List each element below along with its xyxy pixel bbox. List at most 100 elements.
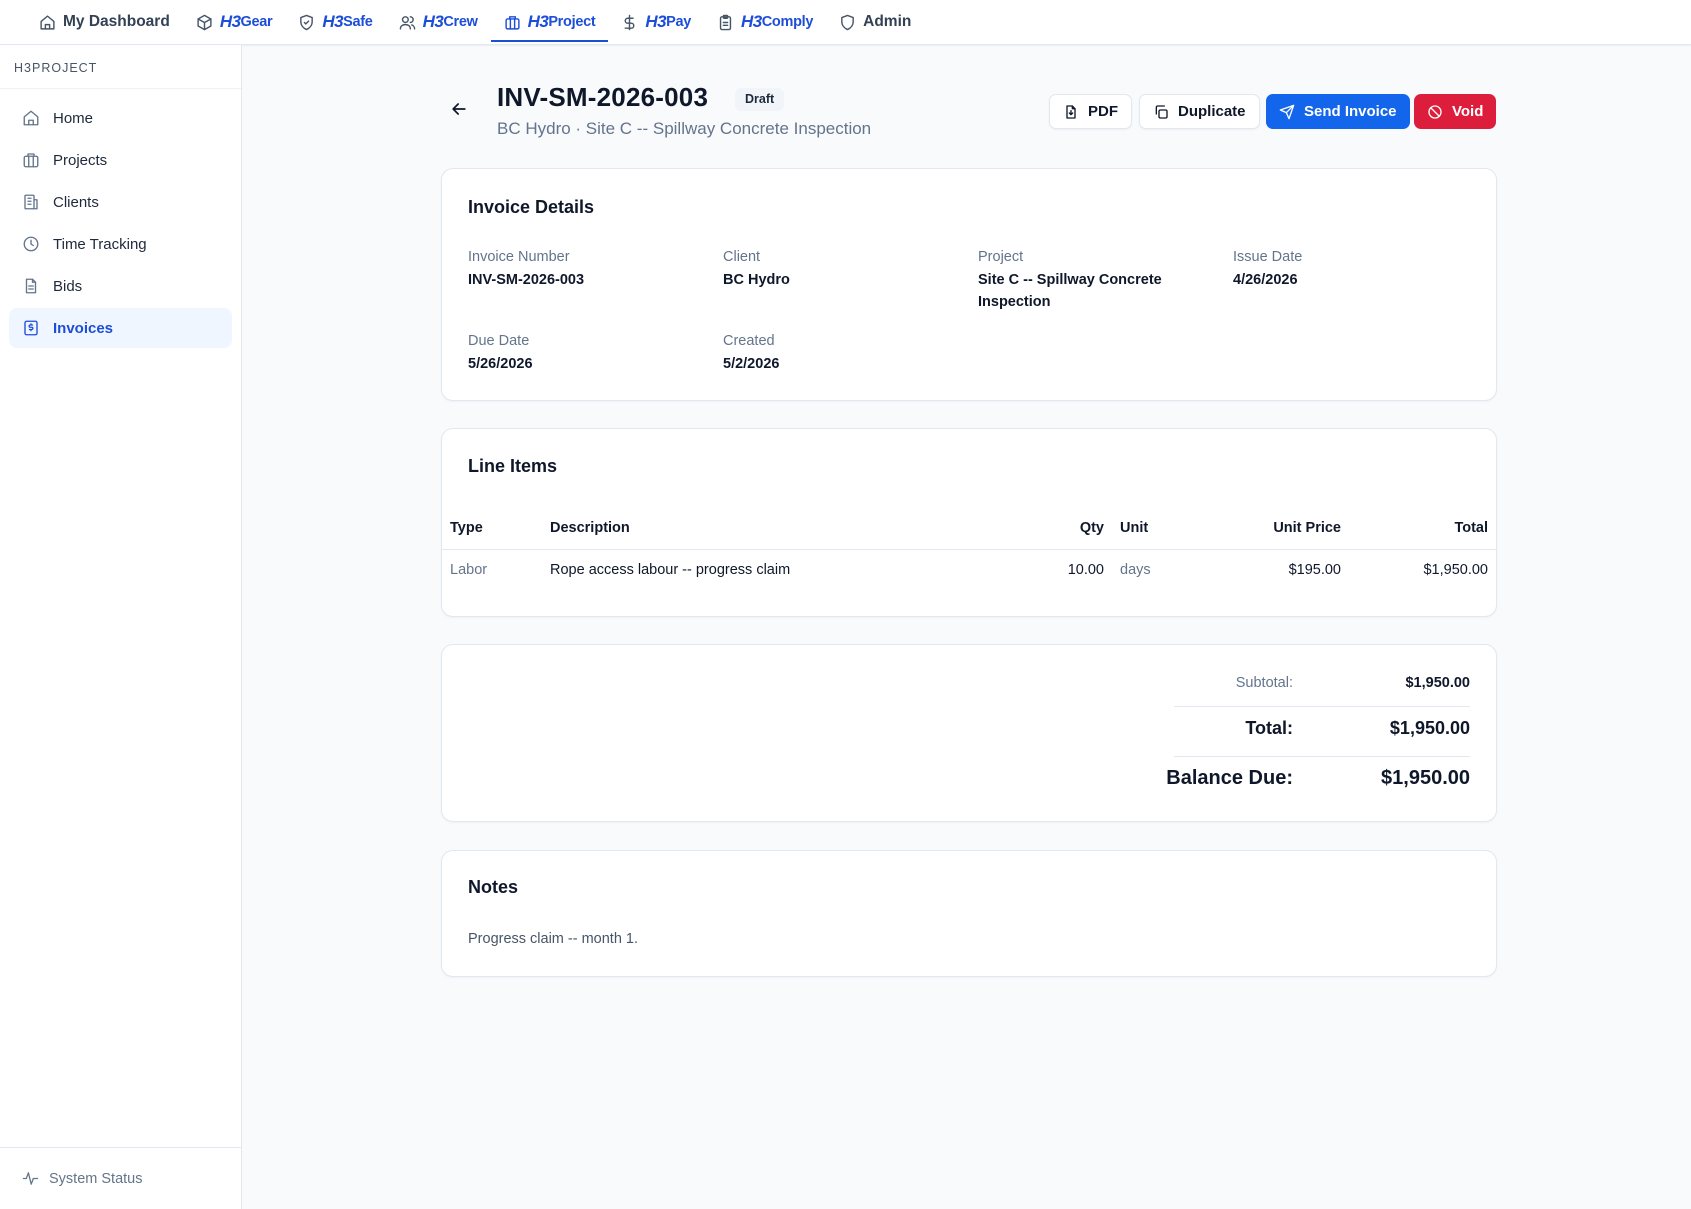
nav-label: My Dashboard xyxy=(63,13,170,30)
field-value: 5/26/2026 xyxy=(468,356,533,372)
pdf-button-label: PDF xyxy=(1088,103,1118,120)
sidebar-heading: H3PROJECT xyxy=(0,45,241,89)
field-invoice-number: Invoice Number INV-SM-2026-003 xyxy=(468,249,698,291)
page-title: INV-SM-2026-003 xyxy=(497,82,709,112)
total-value: $1,950.00 xyxy=(1389,718,1470,738)
column-header-type: Type xyxy=(450,520,483,536)
sidebar-item-label: Home xyxy=(53,109,94,127)
dollar-icon xyxy=(621,14,638,31)
total-label: Total: xyxy=(1245,718,1293,738)
shield-check-icon xyxy=(298,14,315,31)
system-status-link[interactable]: System Status xyxy=(0,1147,241,1209)
sidebar-item-label: Time Tracking xyxy=(53,235,147,253)
brand-suffix: Pay xyxy=(666,14,692,30)
sidebar-item-clients[interactable]: Clients xyxy=(9,182,232,222)
nav-label: Admin xyxy=(863,13,912,30)
back-button[interactable] xyxy=(449,99,471,121)
field-label: Issue Date xyxy=(1233,249,1303,265)
cell-description: Rope access labour -- progress claim xyxy=(550,562,791,578)
send-invoice-label: Send Invoice xyxy=(1304,103,1397,120)
table-divider xyxy=(442,549,1496,550)
line-items-title: Line Items xyxy=(468,456,558,476)
totals-divider xyxy=(1174,756,1470,757)
void-button[interactable]: Void xyxy=(1414,94,1497,129)
totals-divider xyxy=(1174,706,1470,707)
field-label: Client xyxy=(723,249,761,265)
nav-h3comply[interactable]: H3 Comply xyxy=(704,0,826,44)
users-icon xyxy=(399,14,416,31)
cell-type: Labor xyxy=(450,562,488,578)
subtotal-value: $1,950.00 xyxy=(1405,675,1470,691)
nav-h3gear[interactable]: H3 Gear xyxy=(183,0,286,44)
brand-prefix: H3 xyxy=(527,12,549,31)
home-icon xyxy=(39,14,56,31)
field-value: 4/26/2026 xyxy=(1233,272,1298,288)
arrow-left-icon xyxy=(449,99,471,119)
field-value: BC Hydro xyxy=(723,272,790,288)
brand-suffix: Crew xyxy=(443,14,478,30)
field-label: Due Date xyxy=(468,333,530,349)
briefcase-icon xyxy=(22,151,40,169)
sidebar-item-label: Invoices xyxy=(53,319,114,337)
cell-unit-price: $195.00 xyxy=(1288,562,1341,578)
column-header-unit: Unit xyxy=(1120,520,1149,536)
sidebar-list: Home Projects Clients Time Tracking Bids… xyxy=(0,89,241,348)
nav-h3pay[interactable]: H3 Pay xyxy=(608,0,704,44)
brand-suffix: Gear xyxy=(240,14,273,30)
nav-admin[interactable]: Admin xyxy=(826,0,924,44)
nav-h3safe[interactable]: H3 Safe xyxy=(285,0,385,44)
cell-unit: days xyxy=(1120,562,1151,578)
field-label: Invoice Number xyxy=(468,249,570,265)
field-value: Site C -- Spillway Concrete Inspection xyxy=(978,272,1162,310)
building-icon xyxy=(22,193,40,211)
sidebar-item-projects[interactable]: Projects xyxy=(9,140,232,180)
invoice-details-title: Invoice Details xyxy=(468,197,595,217)
totals-card: Subtotal: $1,950.00 Total: $1,950.00 Bal… xyxy=(441,644,1497,822)
field-label: Created xyxy=(723,333,775,349)
balance-due-label: Balance Due: xyxy=(1166,767,1293,789)
field-due-date: Due Date 5/26/2026 xyxy=(468,333,698,375)
brand-suffix: Safe xyxy=(343,14,373,30)
sidebar-item-label: Projects xyxy=(53,151,108,169)
line-items-card: Line Items Type Description Qty Unit Uni… xyxy=(441,428,1497,617)
column-header-description: Description xyxy=(550,520,630,536)
balance-due-value: $1,950.00 xyxy=(1381,767,1470,789)
clock-icon xyxy=(22,235,40,253)
nav-h3crew[interactable]: H3 Crew xyxy=(386,0,491,44)
brand-prefix: H3 xyxy=(322,12,344,31)
nav-h3project[interactable]: H3 Project xyxy=(490,0,609,44)
column-header-total: Total xyxy=(1454,520,1488,536)
briefcase-icon xyxy=(504,14,521,31)
sidebar-item-time-tracking[interactable]: Time Tracking xyxy=(9,224,232,264)
notes-card: Notes Progress claim -- month 1. xyxy=(441,850,1497,977)
home-icon xyxy=(22,109,40,127)
brand-prefix: H3 xyxy=(422,12,444,31)
status-badge: Draft xyxy=(735,88,785,111)
box-icon xyxy=(196,14,213,31)
subtotal-label: Subtotal: xyxy=(1235,675,1293,691)
field-value: 5/2/2026 xyxy=(723,356,780,372)
field-client: Client BC Hydro xyxy=(723,249,953,291)
file-download-icon xyxy=(1063,104,1079,120)
void-button-label: Void xyxy=(1452,103,1484,120)
brand-prefix: H3 xyxy=(741,12,762,31)
ban-icon xyxy=(1427,104,1443,120)
sidebar-item-invoices[interactable]: Invoices xyxy=(9,308,232,348)
duplicate-button[interactable]: Duplicate xyxy=(1139,94,1260,129)
send-invoice-button[interactable]: Send Invoice xyxy=(1266,94,1410,129)
nav-my-dashboard[interactable]: My Dashboard xyxy=(26,0,183,44)
invoice-icon xyxy=(22,319,40,337)
sidebar-item-bids[interactable]: Bids xyxy=(9,266,232,306)
field-project: Project Site C -- Spillway Concrete Insp… xyxy=(978,249,1188,313)
field-label: Project xyxy=(978,249,1024,265)
brand-prefix: H3 xyxy=(219,12,241,31)
pdf-button[interactable]: PDF xyxy=(1049,94,1132,129)
sidebar: H3PROJECT Home Projects Clients Time Tra… xyxy=(0,45,242,1209)
sidebar-item-home[interactable]: Home xyxy=(9,98,232,138)
file-icon xyxy=(22,277,40,295)
sidebar-item-label: Bids xyxy=(53,277,83,295)
activity-icon xyxy=(22,1170,39,1187)
notes-text: Progress claim -- month 1. xyxy=(468,931,639,947)
sidebar-item-label: Clients xyxy=(53,193,99,211)
field-value: INV-SM-2026-003 xyxy=(468,272,585,288)
